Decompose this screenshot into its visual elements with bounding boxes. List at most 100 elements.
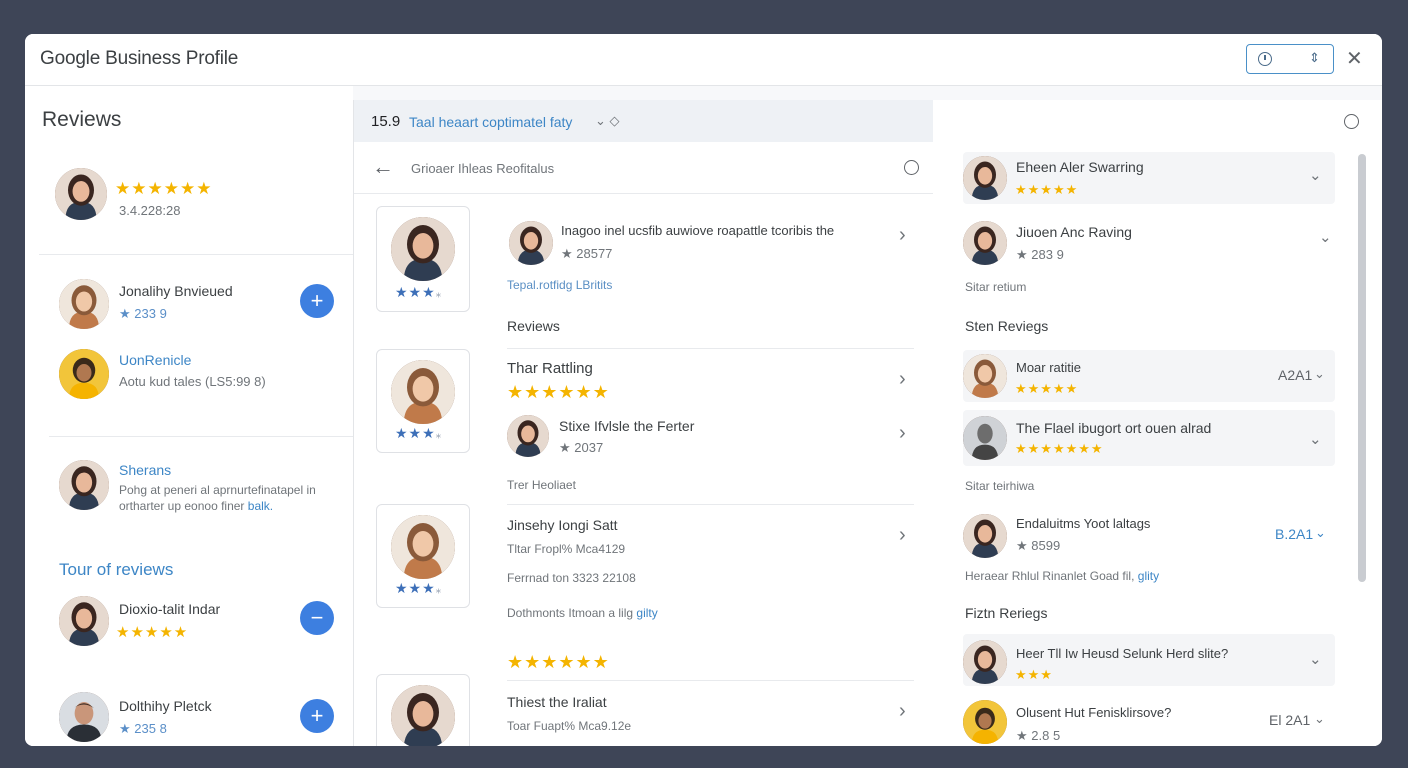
row-label: Sitar retium [965,280,1027,294]
user-rating: ★ 235 8 [119,721,167,736]
user-avatar[interactable] [59,460,109,510]
close-icon[interactable]: ✕ [1346,47,1363,71]
info-icon[interactable] [904,160,919,175]
user-detail-link[interactable]: balk. [248,499,273,513]
review-card[interactable]: ★★★⁎ [376,206,470,312]
reviewer-avatar [963,221,1007,265]
user-avatar[interactable] [59,596,109,646]
reviewer-avatar [963,156,1007,200]
review-detail: Tltar Fropl% Mca4129 [507,542,626,556]
card-stars: ★★★⁎ [395,580,443,596]
chevron-down-icon[interactable]: ⌄ [1309,430,1322,448]
list-header: ← Grioaer Ihleas Reofitalus [354,142,934,194]
reviewer-name[interactable]: Eheen Aler Swarring [1016,159,1144,175]
review-title[interactable]: Thiest the Iraliat [507,694,607,710]
reviewer-avatar [391,360,455,424]
review-stars: ★★★★★★ [507,652,610,672]
reviewer-avatar [391,217,455,281]
sort-icon[interactable]: ⇕ [1309,50,1320,66]
review-card[interactable]: ★★★⁎ [376,504,470,608]
chevron-down-icon[interactable]: ⌄ [1314,366,1325,382]
review-label: Trer Heoliaet [507,478,576,492]
chevron-right-icon[interactable]: › [899,224,906,247]
chevron-right-icon[interactable]: › [899,700,906,723]
profile-avatar[interactable] [55,168,107,220]
user-name[interactable]: Sherans [119,462,171,478]
section-heading: Reviews [507,318,560,334]
info-icon[interactable] [1344,114,1359,129]
reviewer-name[interactable]: Jiuoen Anc Raving [1016,224,1132,240]
review-card[interactable] [376,674,470,746]
reviews-heading: Reviews [42,108,122,131]
review-title[interactable]: Inagoo inel ucsfib auwiove roapattle tco… [561,223,834,238]
chevron-down-icon[interactable]: ⌄ ◇ [595,113,620,129]
review-title[interactable]: Thar Rattling [507,360,593,377]
reviewer-rating: ★ 283 9 [1016,247,1064,262]
reviewer-name[interactable]: The Flael ibugort ort ouen alrad [1016,420,1211,436]
reviewer-avatar[interactable] [507,415,549,457]
chevron-right-icon[interactable]: › [899,368,906,391]
row-label: Sitar teirhiwa [965,479,1035,493]
review-rating: ★ 28577 [561,246,613,261]
divider [507,504,914,505]
reviewer-avatar [963,416,1007,460]
reviewer-stars: ★★★★★★★ [1015,441,1104,456]
divider [507,680,914,681]
add-button[interactable]: + [300,699,334,733]
reviewer-name[interactable]: Olusent Hut Fenisklirsove? [1016,705,1171,720]
review-note-link[interactable]: glity [1138,569,1159,583]
review-row[interactable] [963,410,1335,466]
review-link[interactable]: Tepal.rotfidg LBritits [507,278,612,292]
app-title: Google Business Profile [40,48,239,69]
chevron-right-icon[interactable]: › [899,422,906,445]
section-heading: Sten Reviegs [965,318,1049,334]
history-sort-control[interactable]: ⇕ [1246,44,1334,74]
user-name[interactable]: Dolthihy Pletck [119,698,212,714]
reviewer-stars: ★★★ [1015,667,1053,682]
card-stars: ★★★⁎ [395,284,443,300]
review-detail: Ferrnad ton 3323 22108 [507,571,636,585]
chevron-down-icon[interactable]: ⌄ [1309,166,1322,184]
reviewer-avatar[interactable] [509,221,553,265]
user-stars: ★★★★★ [116,624,189,641]
breadcrumb: Grioaer Ihleas Reofitalus [411,161,555,176]
review-detail-pane: Eheen Aler Swarring ★★★★★ ⌄ Jiuoen Anc R… [933,100,1382,746]
filter-label[interactable]: Taal heaart coptimatel faty [409,114,572,130]
clock-icon[interactable] [1258,52,1272,66]
scrollbar[interactable] [1358,154,1366,582]
chevron-down-icon[interactable]: ⌄ [1309,650,1322,668]
add-button[interactable]: + [300,284,334,318]
review-detail: Toar Fuapt% Mca9.12e [507,719,632,733]
profile-stars: ★★★★★★ [115,179,213,198]
chevron-down-icon[interactable]: ⌄ [1314,711,1325,727]
review-title[interactable]: Jinsehy Iongi Satt [507,517,618,533]
user-avatar[interactable] [59,692,109,742]
user-avatar[interactable] [59,279,109,329]
reviewer-name[interactable]: Endaluitms Yoot laltags [1016,516,1150,531]
chevron-right-icon[interactable]: › [899,524,906,547]
chevron-down-icon[interactable]: ⌄ [1319,228,1332,246]
back-arrow-icon[interactable]: ← [372,154,394,180]
reviewer-avatar [963,354,1007,398]
divider [39,254,353,255]
title-bar: Google Business Profile ⇕ ✕ [25,34,1382,86]
chevron-down-icon[interactable]: ⌄ [1315,525,1326,541]
reviewer-avatar [963,700,1007,744]
section-heading: Fiztn Reriegs [965,605,1048,621]
user-rating: ★ 233 9 [119,306,167,321]
divider [49,436,353,437]
review-stars: ★★★★★★ [507,382,610,402]
reviewer-name[interactable]: Moar ratitie [1016,360,1081,375]
user-detail: ortharter up eonoo finer balk. [119,499,273,513]
review-card[interactable]: ★★★⁎ [376,349,470,453]
user-avatar[interactable] [59,349,109,399]
review-rating: ★ 2037 [559,440,604,455]
divider [507,348,914,349]
remove-button[interactable]: − [300,601,334,635]
reviewer-name[interactable]: Heer Tll Iw Heusd Selunk Herd slite? [1016,646,1228,661]
user-name[interactable]: Dioxio-talit Indar [119,601,220,617]
user-name[interactable]: Jonalihy Bnvieued [119,283,233,299]
user-name[interactable]: UonRenicle [119,352,191,368]
review-link[interactable]: gilty [636,606,657,620]
review-title[interactable]: Stixe Ifvlsle the Ferter [559,418,694,434]
